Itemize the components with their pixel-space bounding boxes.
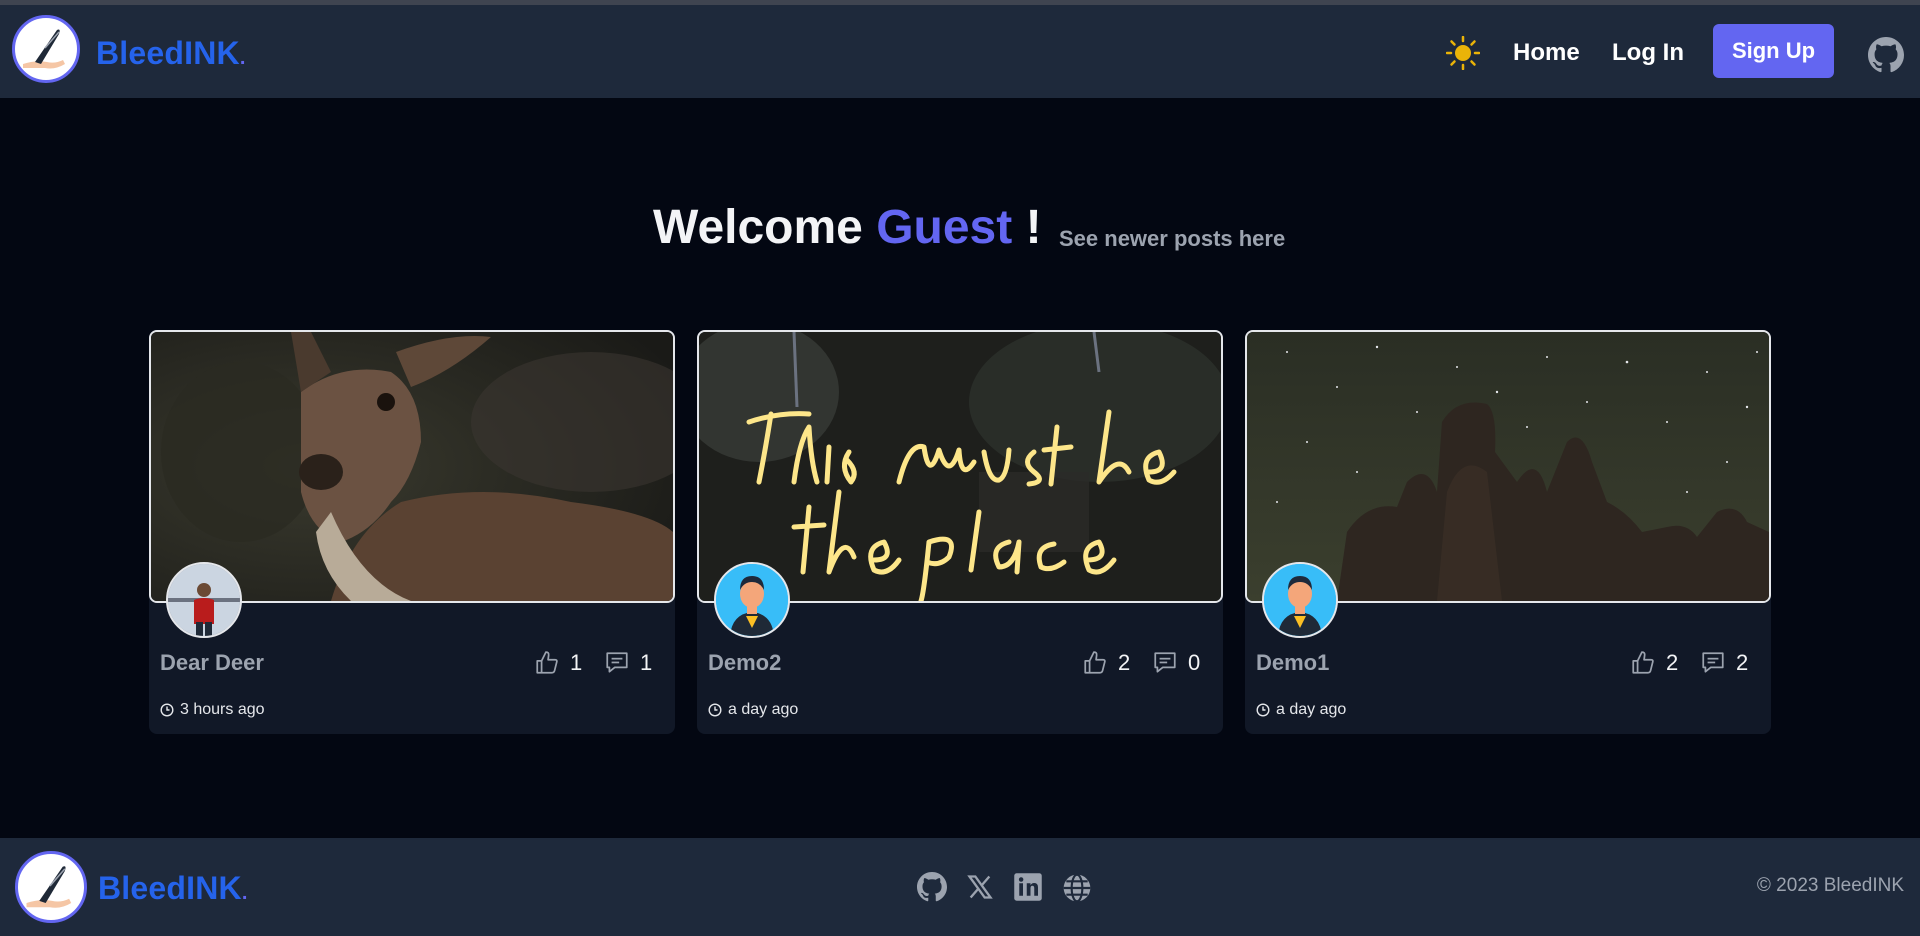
guest-name: Guest: [876, 201, 1013, 254]
welcome-heading: Welcome Guest !: [653, 201, 1042, 254]
post-time-text: a day ago: [1276, 701, 1347, 718]
like-stat[interactable]: 2: [1082, 650, 1130, 676]
quill-hand-icon: [26, 866, 72, 908]
github-icon[interactable]: [1868, 37, 1904, 78]
like-stat[interactable]: 1: [534, 650, 582, 676]
comment-icon[interactable]: [1700, 650, 1726, 676]
post-image-neon-sign[interactable]: [697, 330, 1223, 603]
signup-button[interactable]: Sign Up: [1713, 24, 1834, 78]
footer-logo[interactable]: [15, 851, 87, 923]
post-title[interactable]: Demo1: [1256, 650, 1329, 676]
see-newer-posts-link[interactable]: See newer posts here: [1059, 226, 1285, 252]
thumbs-up-icon[interactable]: [1082, 650, 1108, 676]
comment-stat[interactable]: 2: [1700, 650, 1748, 676]
post-time-text: 3 hours ago: [180, 701, 265, 718]
like-count: 1: [570, 650, 583, 675]
post-card[interactable]: Demo2 2 0 a day ago: [697, 330, 1223, 734]
footer-brand-name[interactable]: BleedINK.: [98, 870, 248, 907]
nav-home-link[interactable]: Home: [1513, 39, 1580, 67]
thumbs-up-icon[interactable]: [1630, 650, 1656, 676]
post-time-text: a day ago: [728, 701, 799, 718]
quill-hand-icon: [23, 29, 65, 69]
x-icon[interactable]: [965, 873, 995, 906]
post-time: 3 hours ago: [160, 701, 265, 719]
nav-login-link[interactable]: Log In: [1612, 39, 1684, 67]
comment-stat[interactable]: 0: [1152, 650, 1200, 676]
copyright-text: © 2023 BleedINK: [1756, 875, 1904, 896]
clock-icon: [1256, 703, 1270, 717]
logo[interactable]: [12, 15, 80, 83]
brand-name[interactable]: BleedINK.: [96, 35, 246, 72]
navbar: BleedINK. Home Log In Sign Up: [0, 5, 1920, 98]
comment-count: 2: [1736, 650, 1749, 675]
comment-count: 1: [640, 650, 653, 675]
comment-icon[interactable]: [1152, 650, 1178, 676]
post-image-deer[interactable]: [149, 330, 675, 603]
globe-icon[interactable]: [1061, 872, 1093, 909]
post-title[interactable]: Demo2: [708, 650, 781, 676]
thumbs-up-icon[interactable]: [534, 650, 560, 676]
clock-icon: [160, 703, 174, 717]
post-card[interactable]: Dear Deer 1 1 3 hours ago: [149, 330, 675, 734]
author-avatar[interactable]: [714, 562, 790, 638]
post-title[interactable]: Dear Deer: [160, 650, 264, 676]
clock-icon: [708, 703, 722, 717]
post-time: a day ago: [708, 701, 798, 719]
linkedin-icon[interactable]: [1013, 872, 1043, 907]
like-stat[interactable]: 2: [1630, 650, 1678, 676]
like-count: 2: [1666, 650, 1679, 675]
post-card[interactable]: Demo1 2 2 a day ago: [1245, 330, 1771, 734]
github-icon[interactable]: [917, 872, 947, 907]
comment-icon[interactable]: [604, 650, 630, 676]
author-avatar[interactable]: [166, 562, 242, 638]
post-time: a day ago: [1256, 701, 1346, 719]
comment-stat[interactable]: 1: [604, 650, 652, 676]
author-avatar[interactable]: [1262, 562, 1338, 638]
comment-count: 0: [1188, 650, 1201, 675]
theme-toggle-sun-icon[interactable]: [1445, 35, 1481, 75]
post-image-night-sky[interactable]: [1245, 330, 1771, 603]
footer: BleedINK. © 2023 BleedINK: [0, 838, 1920, 936]
like-count: 2: [1118, 650, 1131, 675]
